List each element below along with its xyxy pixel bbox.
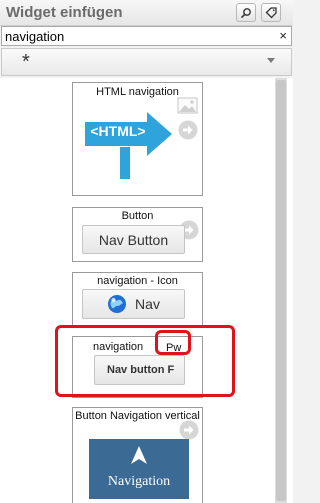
filter-dropdown[interactable]: * xyxy=(1,48,292,76)
globe-icon xyxy=(108,295,127,313)
widget-card-navigation-icon[interactable]: navigation - Icon Nav xyxy=(72,272,203,327)
vertical-scrollbar[interactable] xyxy=(275,78,287,503)
widget-card-html-navigation[interactable]: HTML navigation <HTML> xyxy=(72,82,203,196)
highlight-box-badge xyxy=(155,330,191,355)
nav-icon-preview: Nav xyxy=(82,289,185,319)
nav-button-label: Nav Button xyxy=(98,231,169,248)
widget-title: navigation - Icon xyxy=(97,275,178,287)
dialog-header: Widget einfügen xyxy=(0,0,293,26)
widget-list[interactable]: HTML navigation <HTML> Button Nav Button… xyxy=(0,78,293,503)
add-widget-icon[interactable] xyxy=(179,420,199,440)
nav-icon-label: Nav xyxy=(135,296,160,312)
clear-search-button[interactable]: × xyxy=(279,28,287,44)
search-input[interactable] xyxy=(5,28,267,44)
highlight-box-widget xyxy=(55,325,235,397)
widget-card-button[interactable]: Button Nav Button xyxy=(72,207,203,262)
magnifier-icon xyxy=(240,7,251,18)
dialog-title: Widget einfügen xyxy=(6,4,123,21)
navigation-tile: Navigation xyxy=(89,439,189,499)
nav-button-preview: Nav Button xyxy=(82,225,185,254)
image-placeholder-icon xyxy=(177,97,198,114)
widget-card-button-navigation-vertical[interactable]: Button Navigation vertical Navigation xyxy=(72,407,203,503)
arrow-sign-icon xyxy=(85,112,172,179)
html-sign-label: <HTML> xyxy=(90,123,146,139)
filter-selected-value: * xyxy=(22,51,30,73)
search-field: × xyxy=(1,26,292,46)
chevron-down-icon xyxy=(267,58,275,63)
scrollbar-thumb[interactable] xyxy=(276,80,286,501)
navigation-tile-label: Navigation xyxy=(107,474,171,489)
navigation-arrow-icon xyxy=(131,446,147,464)
add-widget-icon[interactable] xyxy=(178,120,198,140)
search-button[interactable] xyxy=(236,3,256,22)
tag-button[interactable] xyxy=(261,3,281,22)
tag-icon xyxy=(265,6,277,18)
